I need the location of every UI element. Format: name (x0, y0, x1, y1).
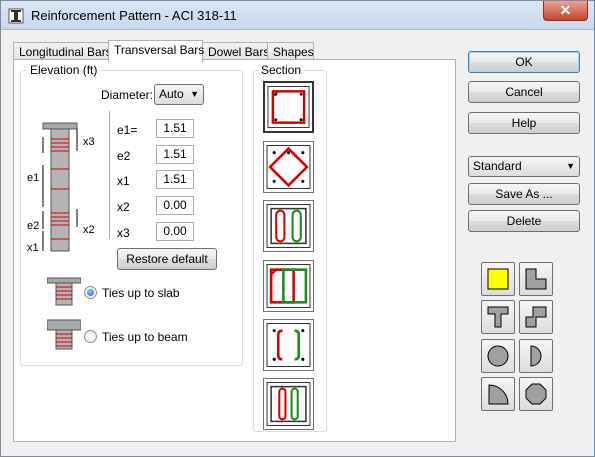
help-button[interactable]: Help (468, 112, 580, 134)
diameter-label: Diameter: (101, 88, 154, 102)
app-icon (8, 8, 24, 24)
half-circle-shape-icon (530, 345, 542, 367)
preset-value: Standard (473, 159, 522, 173)
restore-default-button[interactable]: Restore default (117, 248, 217, 270)
diagram-label-e1: e1 (27, 172, 39, 184)
shape-quarter-circle-button[interactable] (481, 377, 515, 411)
section-pattern-crossties-hooks[interactable] (263, 319, 314, 371)
z-shape-icon (525, 306, 547, 328)
param-x3-field[interactable]: 0.00 (156, 222, 194, 241)
section-group-label: Section (258, 63, 305, 77)
ties-beam-radio[interactable] (84, 330, 97, 343)
octagon-shape-icon (525, 383, 547, 405)
param-x2-label: x2 (117, 200, 130, 214)
cancel-button[interactable]: Cancel (468, 81, 580, 103)
delete-button[interactable]: Delete (468, 210, 580, 232)
ties-slab-label[interactable]: Ties up to slab (102, 286, 180, 300)
diameter-value: Auto (159, 87, 184, 101)
chevron-down-icon: ▼ (190, 89, 199, 99)
t-shape-icon (487, 306, 509, 328)
section-pattern-square-tie[interactable] (263, 81, 314, 133)
ties-beam-icon (47, 319, 81, 350)
close-button[interactable]: ✕ (543, 1, 588, 21)
shape-octagon-button[interactable] (519, 377, 553, 411)
diagram-label-x3: x3 (83, 136, 95, 148)
shape-z-button[interactable] (519, 300, 553, 334)
save-as-button[interactable]: Save As ... (468, 183, 580, 205)
shape-square-button[interactable] (481, 262, 515, 296)
param-divider (109, 111, 110, 239)
diagram-label-e2: e2 (27, 220, 39, 232)
ok-button[interactable]: OK (468, 51, 580, 73)
elevation-group: Elevation (ft) Diameter: Auto ▼ x3 e1 e2… (20, 63, 243, 366)
quarter-circle-shape-icon (488, 384, 509, 405)
section-group: Section (253, 63, 327, 432)
param-x3-label: x3 (117, 226, 130, 240)
diagram-label-x2: x2 (83, 224, 95, 236)
transversal-bars-panel: Elevation (ft) Diameter: Auto ▼ x3 e1 e2… (13, 59, 456, 442)
section-pattern-overlapping-ties[interactable] (263, 260, 314, 312)
ties-slab-icon (47, 277, 81, 306)
elevation-group-label: Elevation (ft) (27, 63, 101, 77)
param-e1-label: e1= (117, 123, 138, 137)
shape-half-circle-button[interactable] (519, 339, 553, 373)
column-elevation-diagram: x3 e1 e2 x2 x1 (27, 122, 95, 254)
l-shape-icon (525, 268, 547, 290)
dialog-window: Reinforcement Pattern - ACI 318-11 ✕ Lon… (0, 0, 595, 457)
shape-t-button[interactable] (481, 300, 515, 334)
ties-beam-label[interactable]: Ties up to beam (102, 330, 188, 344)
param-e2-label: e2 (117, 149, 131, 163)
shape-l-button[interactable] (519, 262, 553, 296)
param-e1-field[interactable]: 1.51 (156, 119, 194, 138)
section-pattern-double-hook-ties[interactable] (263, 200, 314, 252)
square-shape-icon (487, 268, 509, 290)
chevron-down-icon: ▼ (566, 161, 575, 171)
section-pattern-diamond-tie[interactable] (263, 141, 314, 193)
dialog-client: Longitudinal Bars Transversal Bars Dowel… (7, 36, 588, 450)
diagram-label-x1: x1 (27, 242, 39, 254)
window-title: Reinforcement Pattern - ACI 318-11 (31, 8, 237, 23)
section-pattern-crossties-interior[interactable] (263, 378, 314, 430)
shape-circle-button[interactable] (481, 339, 515, 373)
ties-slab-radio[interactable] (84, 286, 97, 299)
param-x1-field[interactable]: 1.51 (156, 170, 194, 189)
param-x1-label: x1 (117, 174, 130, 188)
preset-select[interactable]: Standard ▼ (468, 156, 580, 177)
param-x2-field[interactable]: 0.00 (156, 196, 194, 215)
tab-transversal-bars[interactable]: Transversal Bars (108, 40, 204, 62)
param-e2-field[interactable]: 1.51 (156, 145, 194, 164)
diameter-select[interactable]: Auto ▼ (154, 84, 204, 105)
title-bar[interactable]: Reinforcement Pattern - ACI 318-11 ✕ (1, 1, 594, 30)
circle-shape-icon (487, 345, 509, 367)
